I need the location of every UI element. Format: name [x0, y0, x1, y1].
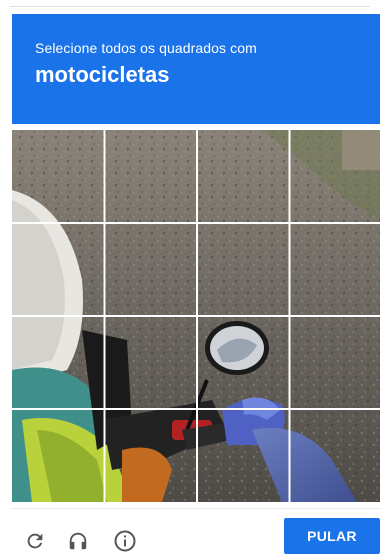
grid-tile[interactable]	[104, 223, 197, 316]
captcha-widget: Selecione todos os quadrados com motocic…	[0, 0, 380, 554]
grid-tile[interactable]	[197, 223, 289, 316]
image-grid	[12, 130, 380, 502]
grid-tile[interactable]	[12, 130, 104, 223]
grid-tile[interactable]	[289, 409, 380, 502]
grid-tile[interactable]	[197, 130, 289, 223]
top-divider	[10, 6, 370, 7]
challenge-header: Selecione todos os quadrados com motocic…	[12, 14, 380, 124]
reload-icon	[27, 533, 43, 549]
help-button[interactable]	[111, 527, 139, 555]
grid-tile[interactable]	[12, 409, 104, 502]
audio-challenge-button[interactable]	[64, 527, 92, 555]
grid-tile[interactable]	[289, 130, 380, 223]
grid-tile[interactable]	[104, 409, 197, 502]
grid-tile[interactable]	[104, 316, 197, 409]
challenge-target: motocicletas	[35, 62, 170, 87]
grid-tile[interactable]	[289, 223, 380, 316]
grid-tile[interactable]	[104, 130, 197, 223]
skip-button[interactable]: PULAR	[284, 518, 380, 554]
info-icon	[114, 530, 136, 552]
grid-tile[interactable]	[12, 223, 104, 316]
grid-tile[interactable]	[289, 316, 380, 409]
grid-tile[interactable]	[197, 316, 289, 409]
grid-tile[interactable]	[12, 316, 104, 409]
footer-divider	[12, 508, 380, 509]
challenge-instruction: Selecione todos os quadrados com	[35, 40, 257, 56]
reload-button[interactable]	[21, 527, 49, 555]
headphones-icon	[69, 532, 87, 550]
grid-tile[interactable]	[197, 409, 289, 502]
